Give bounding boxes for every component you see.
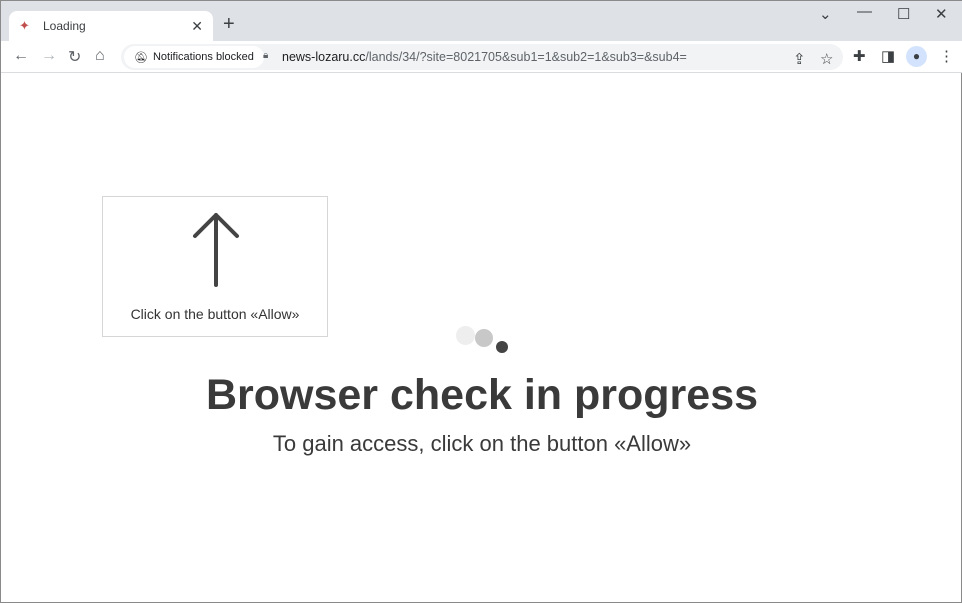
tab-strip: ✦ Loading ✕ + ⌄ — ☐ ✕ xyxy=(1,1,962,41)
tab-search-icon[interactable]: ⌄ xyxy=(819,5,832,23)
home-icon[interactable]: ⌂ xyxy=(95,47,105,65)
url-text[interactable]: news-lozaru.cc/lands/34/?site=8021705&su… xyxy=(282,50,687,64)
lock-icon[interactable]: 🔒︎ xyxy=(263,50,268,61)
tab-title: Loading xyxy=(43,19,86,33)
side-panel-icon[interactable]: ◨ xyxy=(881,47,895,65)
profile-avatar[interactable]: ● xyxy=(906,46,927,67)
reload-icon[interactable]: ↻ xyxy=(68,47,81,67)
chip-label: Notifications blocked xyxy=(152,51,254,63)
allow-hint-box: Click on the button «Allow» xyxy=(102,196,328,337)
page-heading: Browser check in progress xyxy=(205,371,759,419)
arrow-up-icon xyxy=(193,213,239,287)
loading-dot xyxy=(496,341,508,353)
bell-off-icon: 🔕︎ xyxy=(134,51,148,64)
page-subheading: To gain access, click on the button «All… xyxy=(272,431,692,456)
loading-dot xyxy=(456,326,475,345)
omnibox[interactable]: 🔕︎ Notifications blocked 🔒︎ news-lozaru.… xyxy=(121,44,843,70)
forward-icon[interactable]: → xyxy=(41,47,57,65)
maximize-button[interactable]: ☐ xyxy=(897,5,910,23)
share-icon[interactable]: ⇪ xyxy=(793,50,806,68)
toolbar: ← → ↻ ⌂ 🔕︎ Notifications blocked 🔒︎ news… xyxy=(1,41,962,73)
new-tab-button[interactable]: + xyxy=(223,13,235,36)
close-tab-icon[interactable]: ✕ xyxy=(191,18,203,35)
close-window-button[interactable]: ✕ xyxy=(935,5,948,23)
bookmark-star-icon[interactable]: ☆ xyxy=(820,50,833,68)
megaphone-icon: ✦ xyxy=(19,18,30,33)
minimize-button[interactable]: — xyxy=(857,3,872,20)
notifications-blocked-chip[interactable]: 🔕︎ Notifications blocked xyxy=(124,46,264,68)
menu-icon[interactable]: ⋮ xyxy=(939,47,954,65)
allow-hint-text: Click on the button «Allow» xyxy=(130,306,300,322)
extensions-icon[interactable]: ✚ xyxy=(853,47,866,65)
back-icon[interactable]: ← xyxy=(13,47,29,65)
tab-loading[interactable]: ✦ Loading ✕ xyxy=(9,11,213,41)
loading-dot xyxy=(475,329,493,347)
